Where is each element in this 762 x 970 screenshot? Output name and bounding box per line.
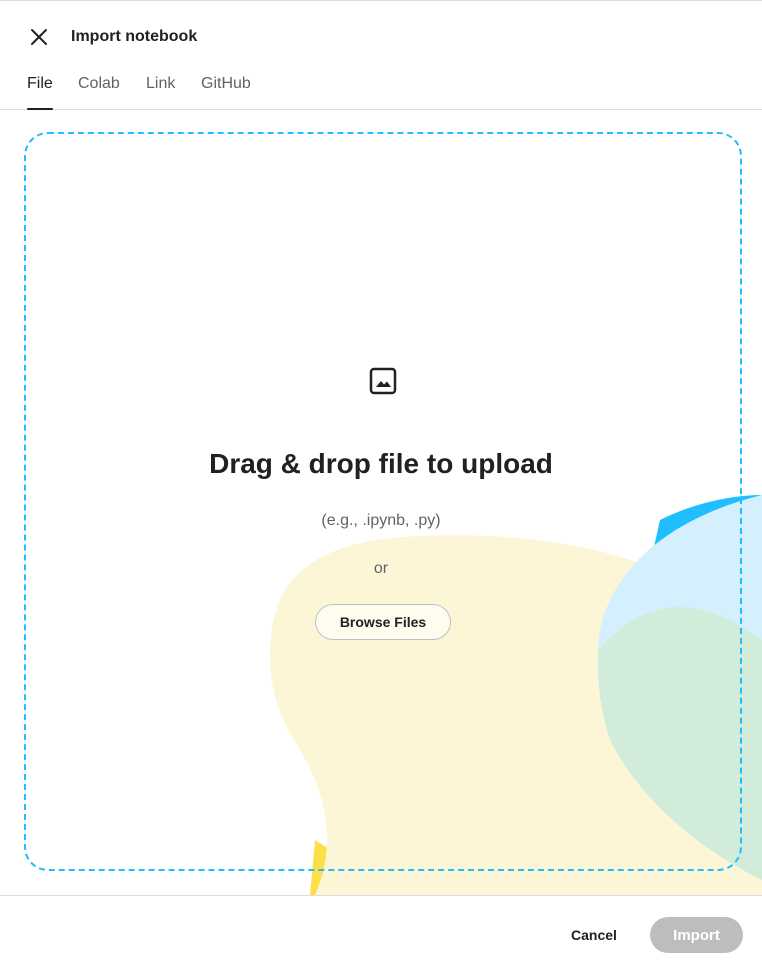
or-separator: or <box>373 560 389 577</box>
browse-files-button[interactable]: Browse Files <box>315 604 451 640</box>
upload-area: Drag & drop file to upload (e.g., .ipynb… <box>0 110 762 895</box>
tab-link[interactable]: Link <box>146 75 175 110</box>
close-icon <box>31 29 47 45</box>
drop-zone[interactable] <box>24 132 742 871</box>
import-notebook-dialog: Import notebook File Colab Link GitHub D <box>0 0 762 970</box>
cancel-button[interactable]: Cancel <box>556 917 632 953</box>
tab-colab[interactable]: Colab <box>78 75 120 110</box>
file-types-hint: (e.g., .ipynb, .py) <box>321 512 441 529</box>
dialog-footer: Cancel Import <box>0 895 762 970</box>
tab-bar: File Colab Link GitHub <box>0 67 762 110</box>
dialog-header: Import notebook <box>0 1 762 71</box>
tab-github[interactable]: GitHub <box>201 75 251 110</box>
import-button[interactable]: Import <box>650 917 743 953</box>
dialog-title: Import notebook <box>71 28 198 45</box>
drop-title: Drag & drop file to upload <box>209 448 553 479</box>
close-button[interactable] <box>24 22 54 52</box>
image-icon <box>369 367 397 395</box>
tab-file[interactable]: File <box>27 75 53 110</box>
